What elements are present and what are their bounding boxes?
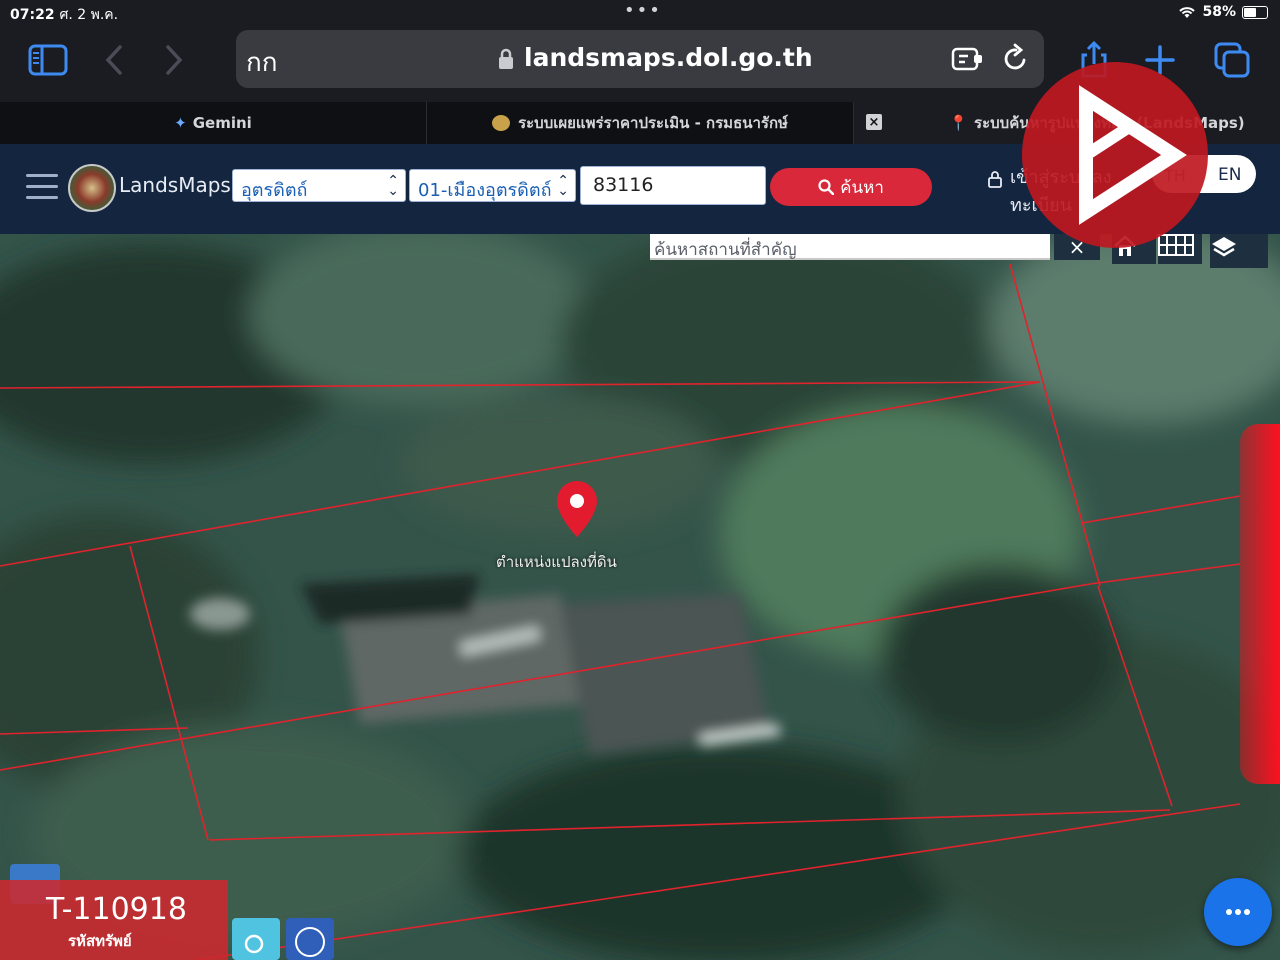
extensions-icon[interactable] [950,44,986,74]
multitasking-dots[interactable]: ••• [624,0,662,21]
battery-percent: 58% [1202,4,1236,20]
province-select[interactable]: อุตรดิตถ์ ⌃ ⌄ [232,169,406,202]
place-search-input[interactable]: ค้นหาสถานที่สำคัญ [650,234,1050,260]
tab-treasury[interactable]: ระบบเผยแพร่ราคาประเมิน - กรมธนารักษ์ [427,102,854,144]
treasury-emblem-icon [492,115,511,131]
status-indicators: 58% [1178,4,1268,20]
draw-tool-icon[interactable] [232,918,280,960]
status-bar: 07:22 ศ. 2 พ.ค. ••• 58% [0,0,1280,26]
text-size-button[interactable]: กก [246,42,277,83]
status-time: 07:22 ศ. 2 พ.ค. [10,7,119,23]
layers-icon[interactable] [1210,234,1268,268]
dol-logo [68,164,116,212]
marker-label: ตำแหน่งแปลงที่ดิน [496,553,617,571]
login-lock-icon [988,171,1002,188]
search-button[interactable]: ค้นหา [770,168,932,206]
wifi-icon [1179,7,1196,18]
asset-code: T-110918 [46,892,187,927]
gemini-icon: ✦ [174,114,187,132]
watermark-logo [1022,62,1208,248]
asset-label: รหัสทรัพย์ [68,932,132,950]
url-text: landsmaps.dol.go.th [524,43,813,72]
address-bar[interactable]: กก landsmaps.dol.go.th [236,30,1044,88]
select-chevron-icon: ⌃ ⌄ [555,173,569,199]
parcel-number-input[interactable]: 83116 [580,166,766,205]
more-options-button[interactable] [1204,878,1272,946]
map-canvas[interactable]: ตำแหน่งแปลงที่ดิน ค้นหาสถานที่สำคัญ × [0,234,1280,960]
district-select[interactable]: 01-เมืองอุตรดิตถ์ ⌃ ⌄ [409,169,576,202]
location-pin-icon: 📍 [949,114,969,132]
sidebar-toggle-icon[interactable] [28,40,68,80]
more-dots-icon [1226,909,1250,915]
side-panel-edge[interactable] [1240,424,1280,784]
site-name: LandsMaps [119,173,231,197]
forward-icon[interactable] [154,40,194,80]
search-icon [818,179,835,195]
menu-icon[interactable] [26,174,58,200]
back-icon[interactable] [94,40,134,80]
select-chevron-icon: ⌃ ⌄ [387,173,399,199]
parcel-marker-icon[interactable] [556,480,598,538]
tab-gemini[interactable]: ✦ Gemini [0,102,427,144]
tab-overview-icon[interactable] [1212,40,1252,80]
lock-icon [499,48,513,69]
satellite-imagery [0,234,1280,960]
circle-tool-icon[interactable] [286,918,334,960]
battery-fill [1244,7,1256,17]
close-tab-icon[interactable]: × [866,114,882,130]
battery-icon [1242,5,1268,19]
lang-en-option[interactable]: EN [1218,165,1241,185]
